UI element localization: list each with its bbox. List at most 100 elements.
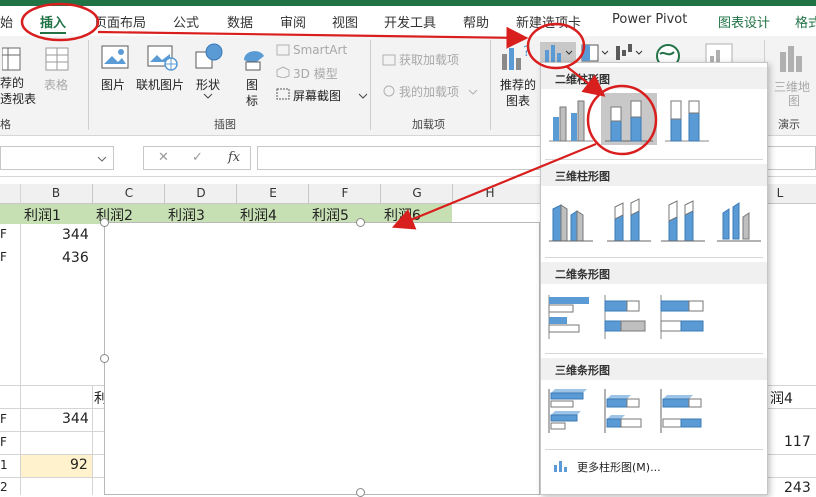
- model-3d-icon[interactable]: [276, 66, 290, 78]
- shapes-icon[interactable]: [194, 42, 224, 72]
- column-divider: [452, 184, 453, 204]
- my-addins-icon[interactable]: [382, 84, 396, 98]
- column-chart-button-icon[interactable]: [540, 42, 576, 64]
- table-icon[interactable]: [44, 44, 70, 72]
- group-tables-label: 格: [0, 118, 11, 131]
- row-divider: [768, 408, 816, 409]
- percent-stacked-column-icon[interactable]: [663, 93, 711, 143]
- recommended-pivot-label-1: 荐的: [0, 76, 25, 90]
- my-addins-label[interactable]: 我的加载项: [399, 83, 459, 100]
- section-2d-column: 二维柱形图: [541, 67, 767, 89]
- tab-new[interactable]: 新建选项卡: [516, 12, 581, 31]
- row-header-divider: [20, 184, 21, 495]
- table-cell[interactable]: 344: [62, 411, 89, 427]
- tab-page-layout[interactable]: 页面布局: [94, 12, 146, 31]
- resize-handle[interactable]: [356, 218, 365, 227]
- stacked-bar-3d-icon[interactable]: [603, 387, 651, 435]
- name-box[interactable]: [0, 146, 114, 170]
- column-header[interactable]: D: [191, 186, 211, 200]
- column-header[interactable]: C: [119, 186, 139, 200]
- table-cell[interactable]: 436: [62, 250, 89, 266]
- online-picture-icon[interactable]: [146, 44, 178, 72]
- icons-label-1: 图: [246, 78, 259, 92]
- table-cell[interactable]: 117: [784, 434, 811, 450]
- table-cell[interactable]: 344: [62, 227, 89, 243]
- tab-insert[interactable]: 插入: [40, 12, 66, 31]
- table-cell[interactable]: 92: [70, 457, 88, 473]
- icons-icon[interactable]: [240, 42, 268, 72]
- screenshot-label[interactable]: 屏幕截图: [293, 87, 341, 104]
- column-header[interactable]: G: [407, 186, 427, 200]
- store-icon[interactable]: [382, 52, 396, 66]
- row-label: F: [0, 435, 7, 449]
- row-divider: [0, 408, 104, 409]
- column-header[interactable]: L: [770, 186, 790, 200]
- percent-stacked-column-3d-icon[interactable]: [659, 197, 707, 245]
- row-label: F: [0, 227, 7, 241]
- enter-icon[interactable]: ✓: [192, 150, 203, 165]
- percent-stacked-bar-3d-icon[interactable]: [659, 387, 707, 435]
- table-cell[interactable]: 润4: [770, 388, 793, 408]
- divider: [545, 449, 763, 450]
- resize-handle[interactable]: [100, 354, 109, 363]
- cancel-icon[interactable]: ✕: [158, 150, 169, 165]
- more-charts-icon[interactable]: [553, 459, 571, 473]
- picture-icon[interactable]: [100, 44, 130, 72]
- section-label: 二维柱形图: [555, 73, 610, 86]
- column-header[interactable]: B: [46, 186, 66, 200]
- table-label: 表格: [44, 78, 69, 92]
- tab-review[interactable]: 审阅: [280, 12, 306, 31]
- resize-handle[interactable]: [356, 488, 365, 497]
- hierarchy-chart-icon[interactable]: [580, 42, 610, 64]
- smartart-label[interactable]: SmartArt: [293, 43, 347, 57]
- stacked-column-option[interactable]: [601, 93, 657, 145]
- tab-data[interactable]: 数据: [227, 12, 253, 31]
- tab-help[interactable]: 帮助: [463, 12, 489, 31]
- tab-power-pivot[interactable]: Power Pivot: [612, 12, 687, 27]
- more-column-charts-link[interactable]: 更多柱形图(M)...: [577, 459, 661, 475]
- row-label: F: [0, 412, 7, 426]
- pivot-table-icon[interactable]: [2, 44, 24, 72]
- map-3d-label-2: 图: [788, 94, 801, 108]
- chart-area[interactable]: [104, 222, 540, 495]
- percent-stacked-bar-icon[interactable]: [659, 293, 707, 341]
- column-3d-icon[interactable]: [715, 197, 763, 245]
- recommended-charts-icon[interactable]: ?: [500, 42, 534, 74]
- clustered-column-3d-icon[interactable]: [547, 197, 595, 245]
- tab-formulas[interactable]: 公式: [173, 12, 199, 31]
- group-tours-label: 演示: [778, 118, 800, 131]
- chevron-down-icon[interactable]: [97, 155, 107, 163]
- tab-view[interactable]: 视图: [332, 12, 358, 31]
- column-header[interactable]: E: [263, 186, 283, 200]
- formula-buttons: ✕ ✓ fx: [143, 146, 251, 170]
- table-cell[interactable]: 243: [784, 480, 811, 496]
- column-header[interactable]: F: [335, 186, 355, 200]
- tab-home[interactable]: 始: [0, 12, 13, 31]
- stacked-bar-icon[interactable]: [603, 293, 651, 341]
- tab-format[interactable]: 格式: [795, 12, 816, 31]
- group-separator: [88, 40, 89, 130]
- row-divider: [0, 477, 104, 478]
- map-3d-icon[interactable]: [776, 42, 810, 76]
- tab-chart-design[interactable]: 图表设计: [718, 12, 770, 31]
- chevron-down-icon: [203, 93, 213, 99]
- screenshot-icon[interactable]: [276, 88, 290, 100]
- smartart-icon[interactable]: [276, 44, 290, 56]
- insert-function-icon[interactable]: fx: [228, 150, 240, 165]
- column-divider: [236, 184, 237, 204]
- clustered-bar-icon[interactable]: [547, 293, 595, 341]
- stacked-column-3d-icon[interactable]: [605, 197, 653, 245]
- clustered-bar-3d-icon[interactable]: [547, 387, 595, 435]
- tab-developer[interactable]: 开发工具: [384, 12, 436, 31]
- stacked-column-icon: [605, 100, 653, 142]
- model-3d-label[interactable]: 3D 模型: [293, 65, 338, 82]
- clustered-column-icon[interactable]: [547, 93, 595, 143]
- get-addins-label[interactable]: 获取加载项: [399, 51, 459, 68]
- section-3d-bar: 三维条形图: [541, 358, 767, 380]
- waterfall-chart-icon[interactable]: [614, 42, 644, 64]
- header-cell[interactable]: 利润1: [24, 205, 61, 225]
- column-header[interactable]: H: [480, 186, 500, 200]
- icons-label-2: 标: [246, 94, 259, 108]
- resize-handle[interactable]: [100, 218, 109, 227]
- divider: [545, 159, 763, 160]
